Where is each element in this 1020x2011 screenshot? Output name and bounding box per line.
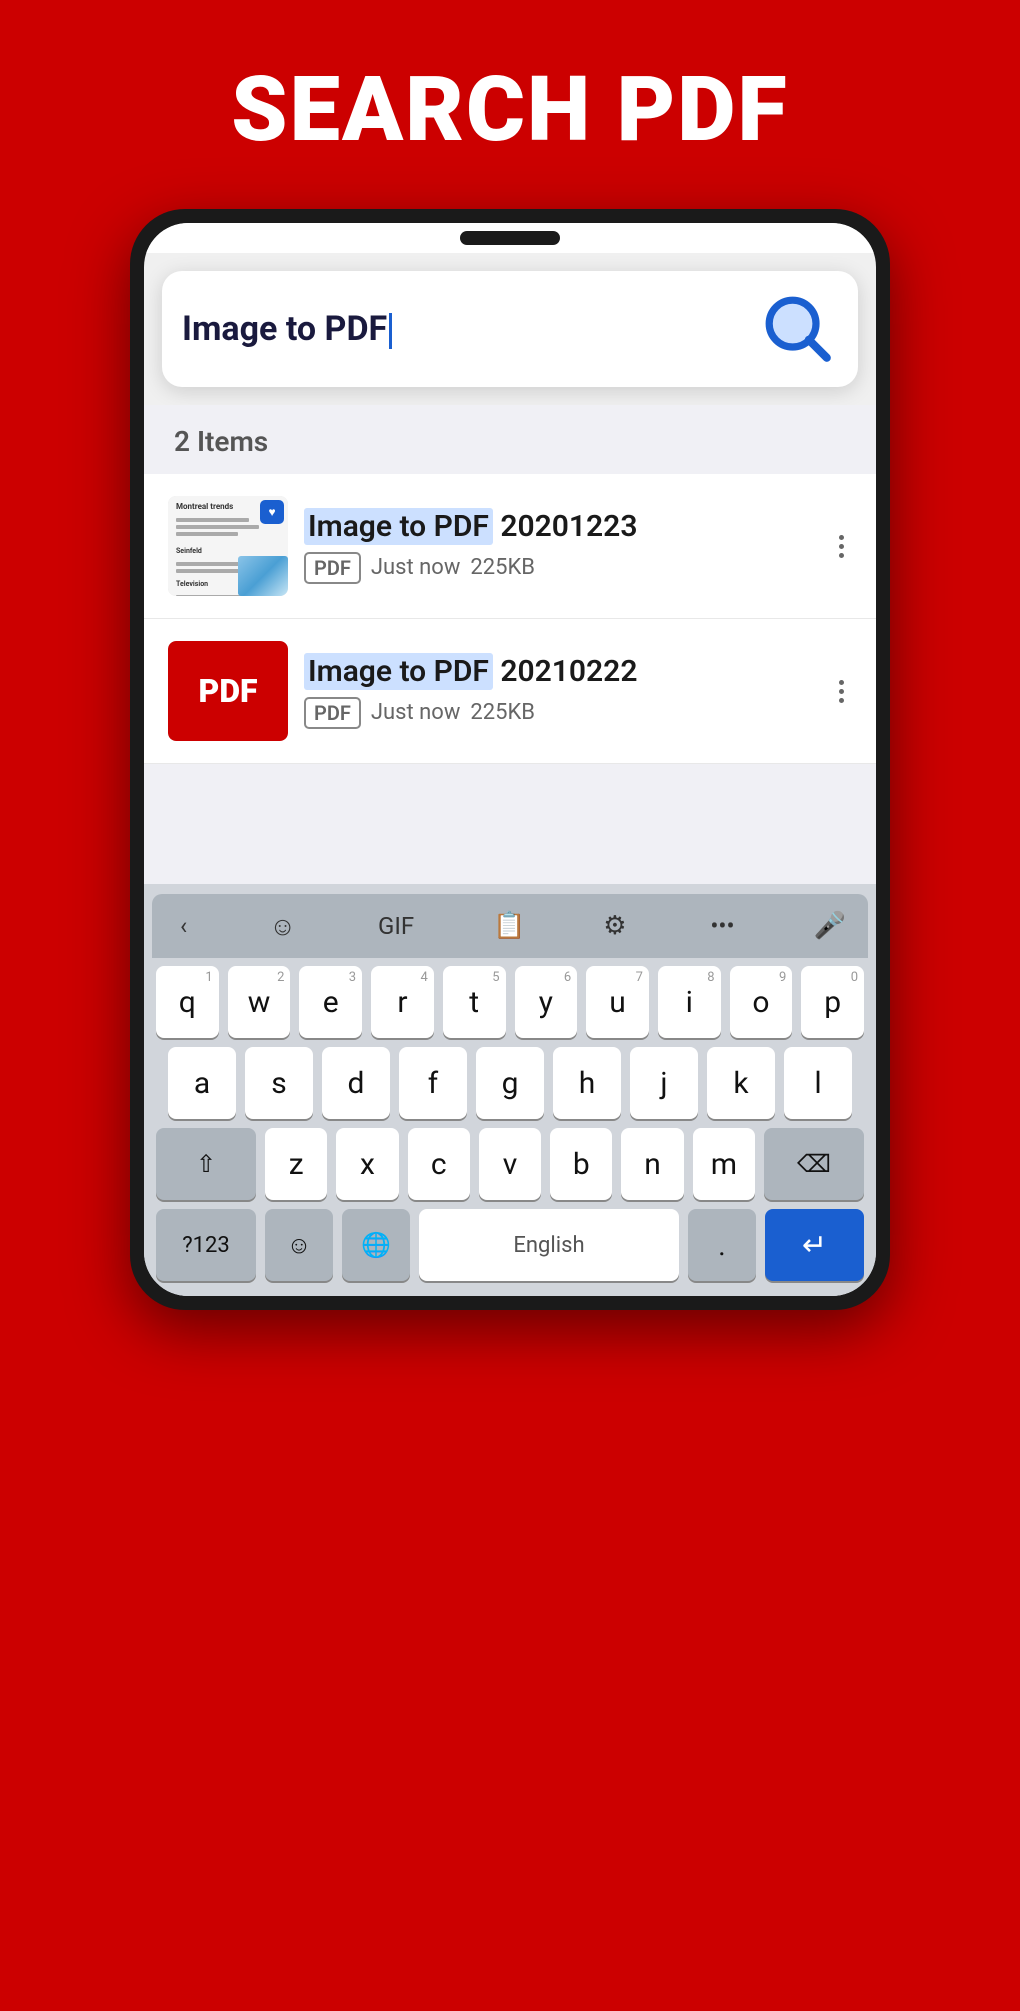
key-emoji[interactable]: ☺	[265, 1209, 333, 1281]
key-row-3: ⇧ z x c v b n m ⌫	[156, 1128, 864, 1200]
key-w[interactable]: w2	[228, 966, 291, 1038]
key-y[interactable]: y6	[515, 966, 578, 1038]
result-meta-2: PDF Just now 225KB	[304, 697, 815, 729]
phone-screen: Image to PDF 2 Items Montreal trends ♥	[144, 223, 876, 1296]
key-d[interactable]: d	[322, 1047, 390, 1119]
keyboard-gif-btn[interactable]: GIF	[370, 906, 422, 946]
phone-mockup: Image to PDF 2 Items Montreal trends ♥	[130, 209, 890, 1310]
key-e[interactable]: e3	[299, 966, 362, 1038]
result-name-highlight-1: Image to PDF	[304, 508, 493, 545]
more-button-1[interactable]	[831, 527, 852, 566]
result-info-2: Image to PDF 20210222 PDF Just now 225KB	[288, 654, 831, 729]
keyboard-more-btn[interactable]: •••	[702, 906, 742, 946]
key-f[interactable]: f	[399, 1047, 467, 1119]
key-backspace[interactable]: ⌫	[764, 1128, 864, 1200]
key-h[interactable]: h	[553, 1047, 621, 1119]
key-p[interactable]: p0	[801, 966, 864, 1038]
key-k[interactable]: k	[707, 1047, 775, 1119]
more-dot	[839, 535, 844, 540]
key-c[interactable]: c	[408, 1128, 470, 1200]
key-s[interactable]: s	[245, 1047, 313, 1119]
result-item-2[interactable]: PDF Image to PDF 20210222 PDF Just now 2…	[144, 619, 876, 764]
key-b[interactable]: b	[550, 1128, 612, 1200]
key-globe[interactable]: 🌐	[342, 1209, 410, 1281]
keyboard-mic-btn[interactable]: 🎤	[812, 908, 848, 944]
keyboard-toolbar: ‹ ☺ GIF 📋 ⚙ ••• 🎤	[152, 894, 868, 958]
more-dot	[839, 698, 844, 703]
key-enter[interactable]: ↵	[765, 1209, 864, 1281]
thumb-image-bottom	[238, 556, 288, 596]
key-shift[interactable]: ⇧	[156, 1128, 256, 1200]
keyboard-emoji-btn[interactable]: ☺	[265, 908, 301, 944]
key-r[interactable]: r4	[371, 966, 434, 1038]
key-l[interactable]: l	[784, 1047, 852, 1119]
key-z[interactable]: z	[265, 1128, 327, 1200]
search-icon	[762, 293, 834, 365]
text-cursor	[389, 313, 392, 349]
result-size-1: 225KB	[470, 555, 535, 580]
search-query-text: Image to PDF	[182, 309, 387, 349]
result-thumbnail-1: Montreal trends ♥ Seinfeld Television	[168, 496, 288, 596]
result-name-rest-1: 20201223	[493, 509, 638, 544]
result-info-1: Image to PDF 20201223 PDF Just now 225KB	[288, 509, 831, 584]
results-area: 2 Items Montreal trends ♥ Seinfeld	[144, 405, 876, 884]
key-n[interactable]: n	[621, 1128, 683, 1200]
key-m[interactable]: m	[693, 1128, 755, 1200]
results-count: 2 Items	[144, 405, 876, 474]
key-row-4: ?123 ☺ 🌐 English . ↵	[156, 1209, 864, 1281]
key-period[interactable]: .	[688, 1209, 756, 1281]
key-q[interactable]: q1	[156, 966, 219, 1038]
pdf-thumb: PDF	[168, 641, 288, 741]
notch-pill	[460, 231, 560, 245]
app-title: SEARCH PDF	[231, 60, 789, 159]
result-thumbnail-2: PDF	[168, 641, 288, 741]
more-button-2[interactable]	[831, 672, 852, 711]
key-i[interactable]: i8	[658, 966, 721, 1038]
keyboard-rows: q1 w2 e3 r4 t5 y6 u7 i8 o9 p0 a s d f	[152, 960, 868, 1296]
key-row-1: q1 w2 e3 r4 t5 y6 u7 i8 o9 p0	[156, 966, 864, 1038]
key-x[interactable]: x	[336, 1128, 398, 1200]
key-t[interactable]: t5	[443, 966, 506, 1038]
pdf-thumb-label: PDF	[198, 672, 257, 710]
key-v[interactable]: v	[479, 1128, 541, 1200]
phone-notch-bar	[144, 223, 876, 253]
result-name-2: Image to PDF 20210222	[304, 654, 815, 689]
header-area: SEARCH PDF	[0, 0, 1020, 189]
thumb-heart: ♥	[260, 500, 284, 524]
more-dot	[839, 553, 844, 558]
screenshot-thumb: Montreal trends ♥ Seinfeld Television	[168, 496, 288, 596]
keyboard-back-btn[interactable]: ‹	[172, 906, 195, 946]
key-numpad[interactable]: ?123	[156, 1209, 256, 1281]
pdf-badge-1: PDF	[304, 552, 361, 584]
result-size-2: 225KB	[470, 700, 535, 725]
key-o[interactable]: o9	[730, 966, 793, 1038]
key-u[interactable]: u7	[586, 966, 649, 1038]
keyboard-clipboard-btn[interactable]: 📋	[492, 908, 528, 944]
search-bar[interactable]: Image to PDF	[162, 271, 858, 387]
more-dot	[839, 680, 844, 685]
key-row-2: a s d f g h j k l	[156, 1047, 864, 1119]
search-button[interactable]	[758, 289, 838, 369]
key-space[interactable]: English	[419, 1209, 679, 1281]
empty-results-area	[144, 764, 876, 884]
result-name-rest-2: 20210222	[493, 654, 638, 689]
result-name-1: Image to PDF 20201223	[304, 509, 815, 544]
result-item-1[interactable]: Montreal trends ♥ Seinfeld Television	[144, 474, 876, 619]
more-dot	[839, 544, 844, 549]
result-meta-1: PDF Just now 225KB	[304, 552, 815, 584]
result-date-1: Just now	[371, 555, 461, 580]
keyboard-settings-btn[interactable]: ⚙	[597, 908, 633, 944]
key-g[interactable]: g	[476, 1047, 544, 1119]
search-input[interactable]: Image to PDF	[182, 309, 758, 349]
key-a[interactable]: a	[168, 1047, 236, 1119]
more-dot	[839, 689, 844, 694]
pdf-badge-2: PDF	[304, 697, 361, 729]
result-name-highlight-2: Image to PDF	[304, 653, 493, 690]
result-date-2: Just now	[371, 700, 461, 725]
keyboard[interactable]: ‹ ☺ GIF 📋 ⚙ ••• 🎤 q1 w2 e3 r4 t5 y6 u7	[144, 884, 876, 1296]
key-j[interactable]: j	[630, 1047, 698, 1119]
